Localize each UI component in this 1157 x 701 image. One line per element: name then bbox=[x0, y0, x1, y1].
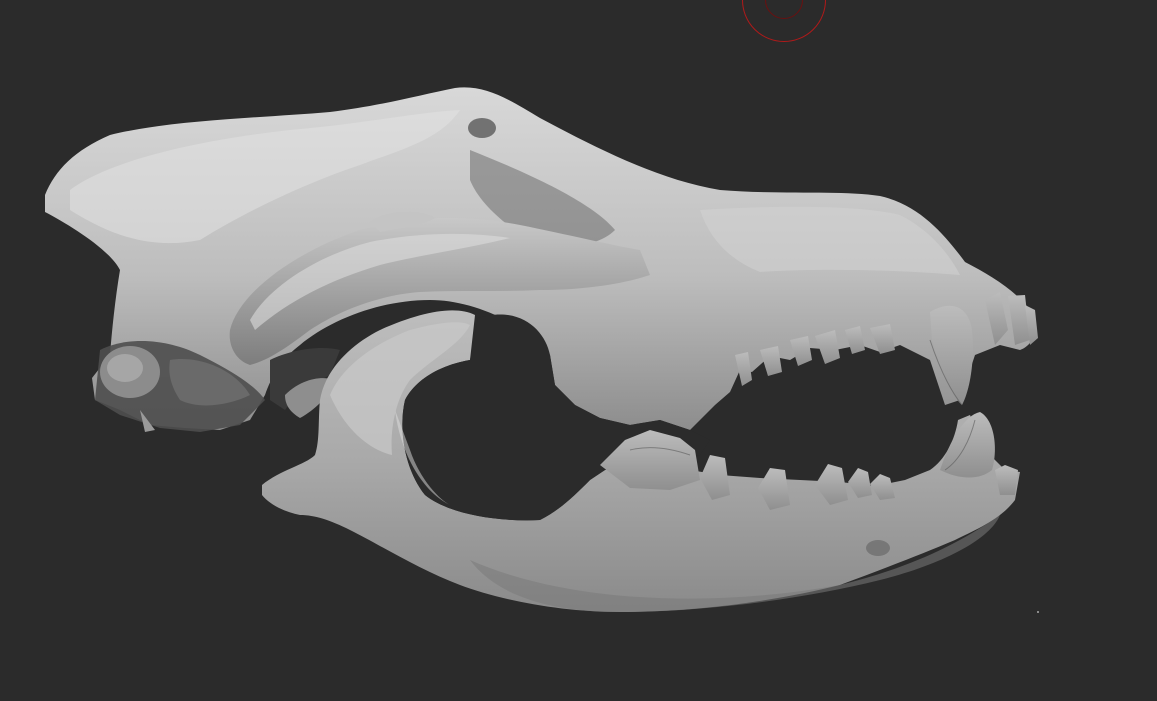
sculpt-viewport[interactable] bbox=[0, 0, 1157, 701]
viewport-artifact bbox=[1037, 611, 1039, 613]
skull-model[interactable] bbox=[0, 0, 1157, 701]
brush-cursor-inner-icon bbox=[765, 0, 803, 19]
